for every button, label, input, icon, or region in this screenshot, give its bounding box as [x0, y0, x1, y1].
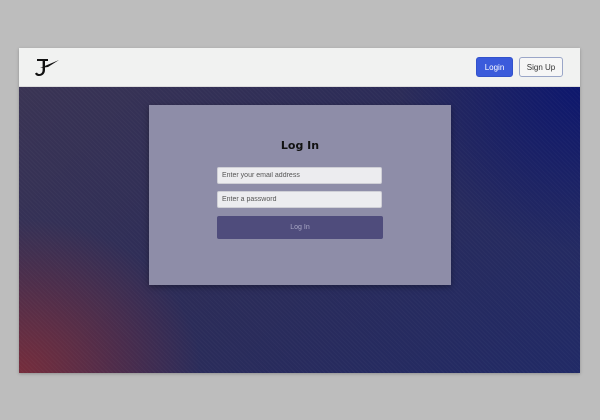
- login-submit-button[interactable]: Log In: [217, 216, 383, 239]
- login-title: Log In: [280, 139, 320, 152]
- hero-background: Log In Log In: [19, 87, 580, 373]
- brand-logo-icon[interactable]: [34, 56, 60, 78]
- top-navbar: Login Sign Up: [19, 48, 580, 87]
- login-button[interactable]: Login: [476, 57, 513, 77]
- email-field[interactable]: [217, 167, 382, 184]
- password-field[interactable]: [217, 191, 382, 208]
- login-card: Log In Log In: [149, 105, 451, 285]
- signup-button[interactable]: Sign Up: [519, 57, 563, 77]
- app-window: Login Sign Up Log In Log In: [19, 48, 580, 373]
